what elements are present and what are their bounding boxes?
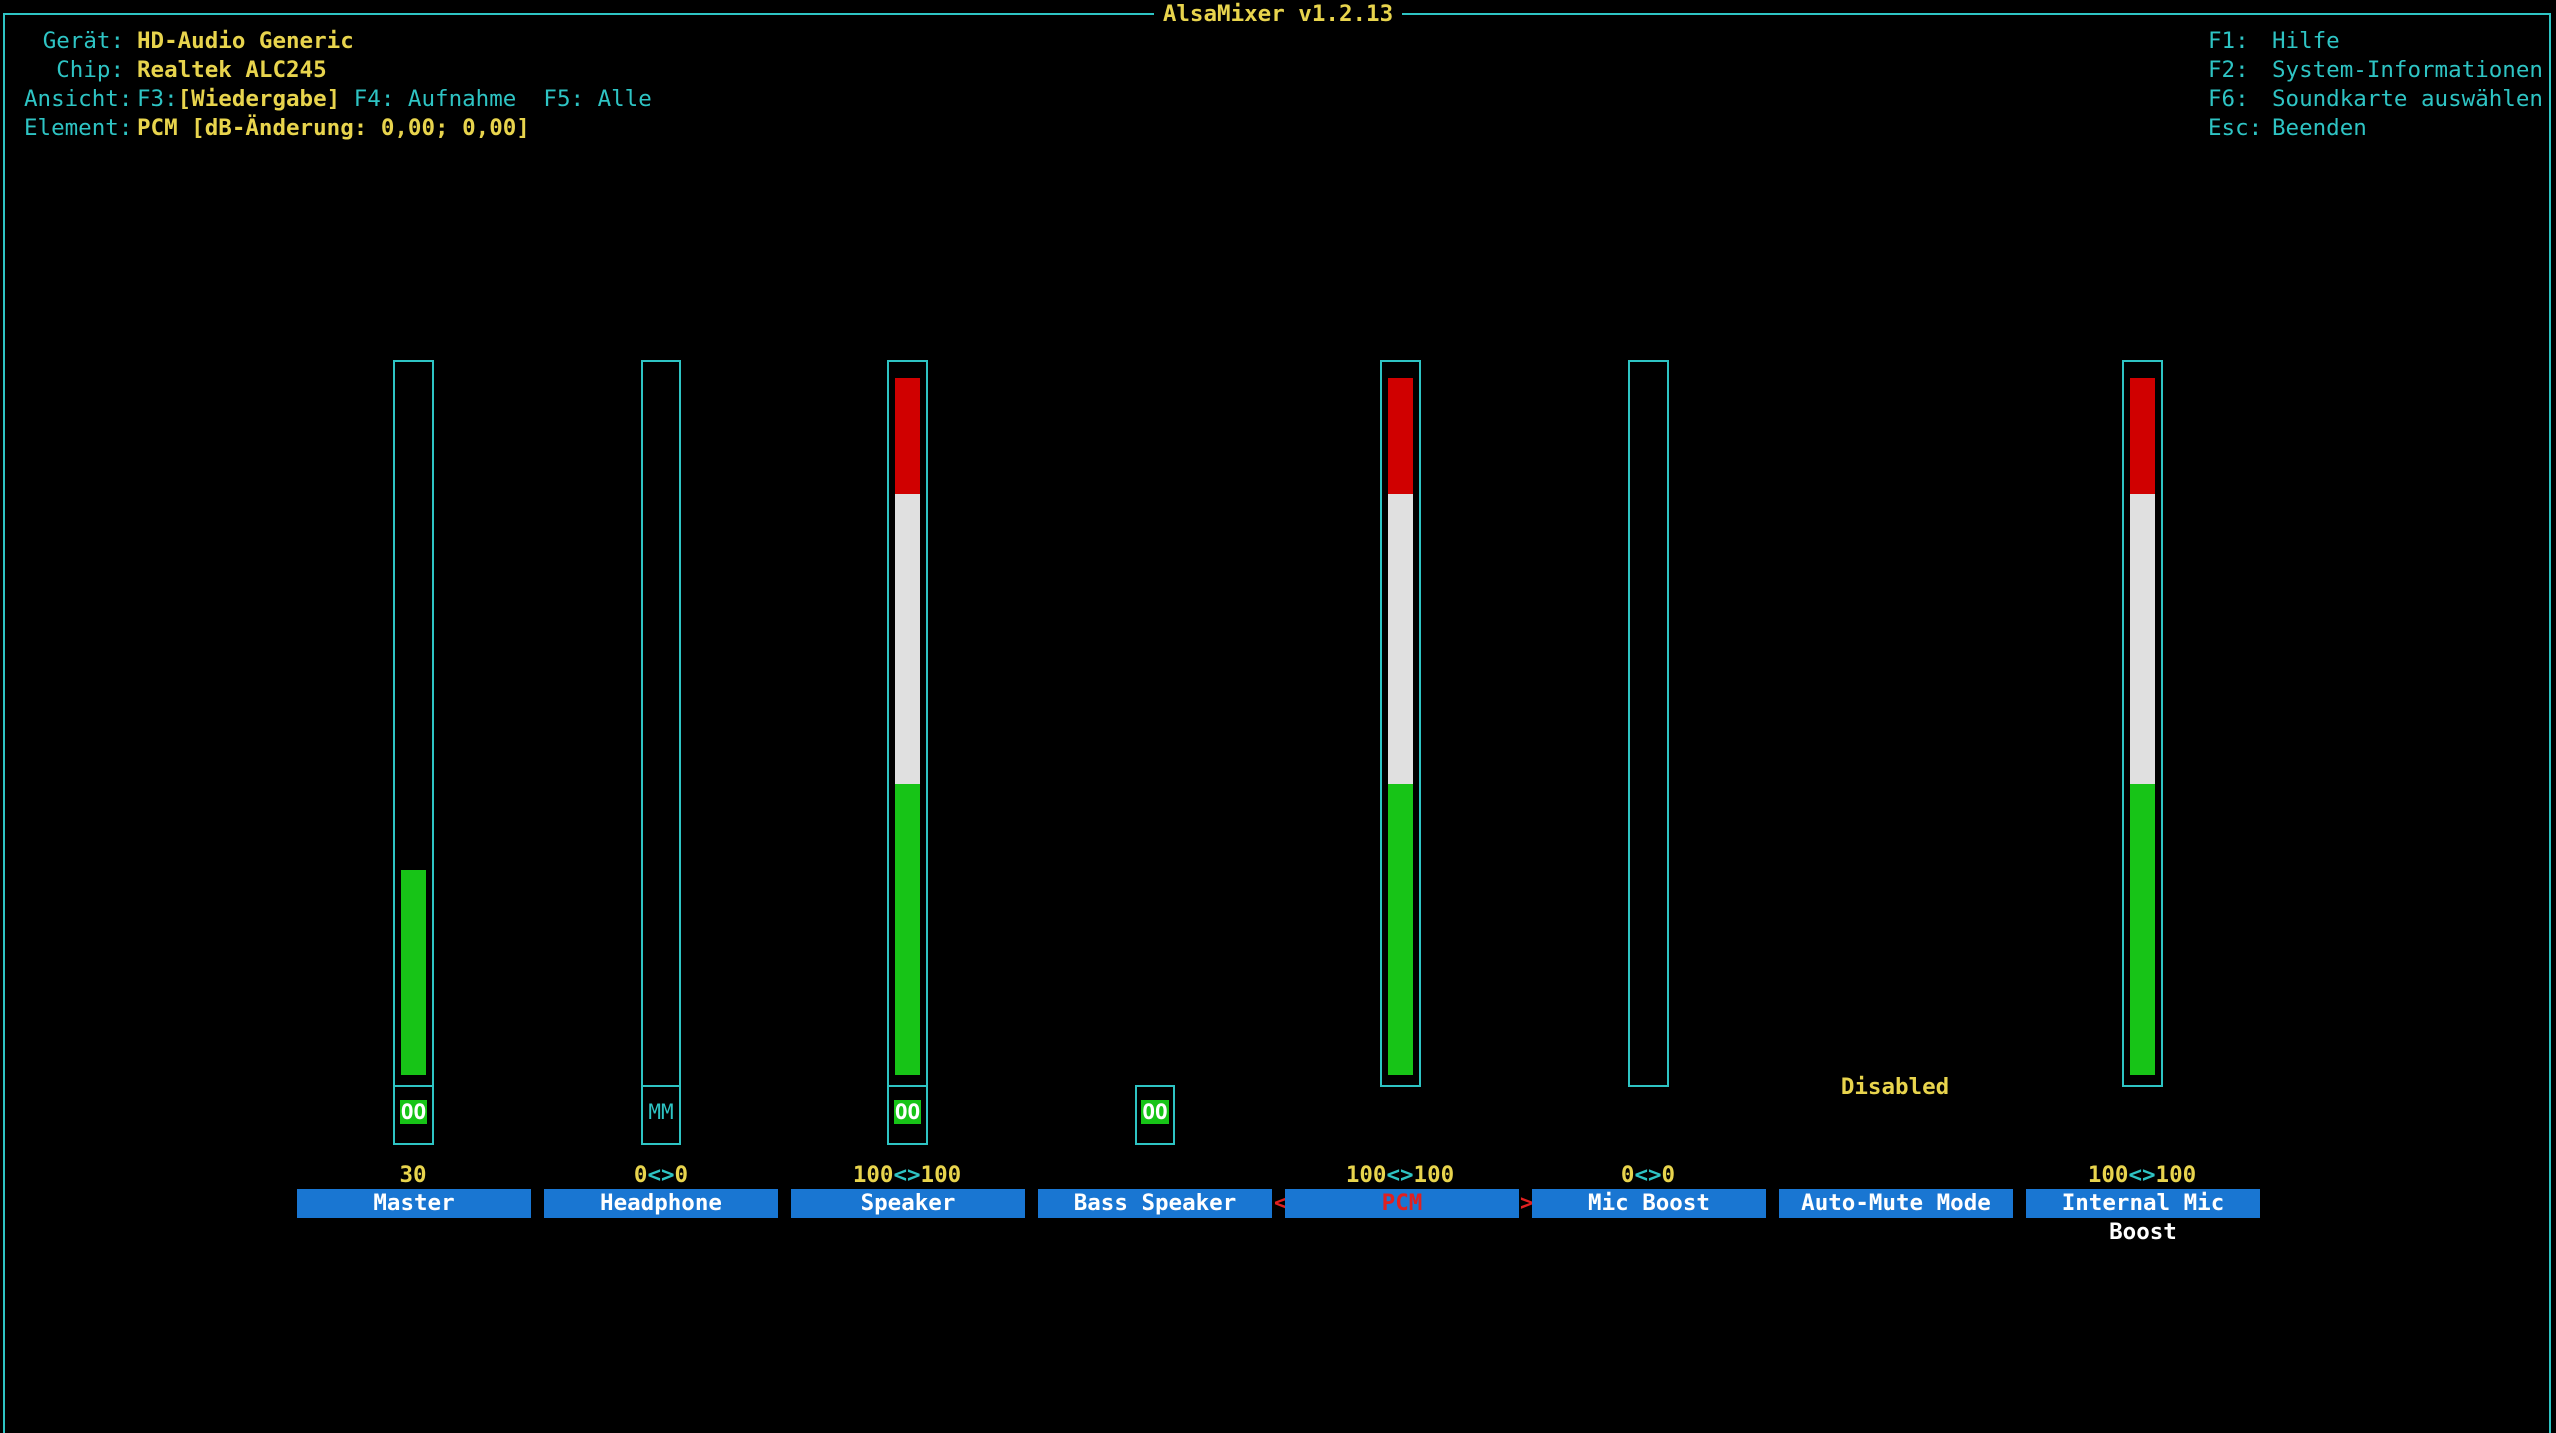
speaker-name[interactable]: Speaker	[791, 1189, 1025, 1218]
view-f3-key[interactable]: F3:	[137, 86, 178, 112]
pcm-name[interactable]: PCM	[1285, 1189, 1519, 1218]
internal-mic-boost-level-red	[2130, 378, 2155, 494]
internal-mic-boost-value: 100<>100	[2087, 1162, 2197, 1188]
quit-key-line[interactable]: Esc: Beenden	[2208, 114, 2367, 143]
chip-label: Chip:	[56, 57, 124, 83]
headphone-switch-state: MM	[648, 1100, 674, 1124]
bass-speaker-switch-state: OO	[1141, 1100, 1169, 1124]
headphone-mute-switch[interactable]: MM	[641, 1085, 681, 1145]
device-value: HD-Audio Generic	[137, 28, 354, 54]
mic-boost-value: 0<>0	[1620, 1162, 1676, 1188]
view-playback-tab[interactable]: [Wiedergabe]	[178, 86, 341, 112]
pcm-level-white	[1388, 494, 1413, 784]
speaker-switch-state: OO	[893, 1100, 922, 1124]
quit-action[interactable]: Beenden	[2272, 115, 2367, 141]
chip-line: Chip: Realtek ALC245	[24, 56, 327, 85]
mic-boost-name[interactable]: Mic Boost	[1532, 1189, 1766, 1218]
speaker-level-white	[895, 494, 920, 784]
bass-speaker-mute-switch[interactable]: OO	[1135, 1085, 1175, 1145]
auto-mute-mode-value[interactable]: Disabled	[1775, 1073, 2015, 1102]
system-info-key-line[interactable]: F2: System-Informationen	[2208, 56, 2543, 85]
device-label: Gerät:	[42, 28, 124, 54]
master-switch-state: OO	[399, 1100, 428, 1124]
element-label: Element:	[24, 115, 133, 141]
pcm-value: 100<>100	[1345, 1162, 1455, 1188]
master-volume-slider[interactable]	[393, 360, 434, 1087]
pcm-volume-slider[interactable]	[1380, 360, 1421, 1087]
speaker-volume-slider[interactable]	[887, 360, 928, 1087]
speaker-level-red	[895, 378, 920, 494]
internal-mic-boost-level-green	[2130, 784, 2155, 1075]
master-level-fill	[401, 870, 426, 1075]
master-name[interactable]: Master	[297, 1189, 531, 1218]
select-card-action[interactable]: Soundkarte auswählen	[2272, 86, 2543, 112]
internal-mic-boost-level-white	[2130, 494, 2155, 784]
help-key-line[interactable]: F1: Hilfe	[2208, 27, 2340, 56]
headphone-value: 0<>0	[633, 1162, 689, 1188]
element-line: Element: PCM [dB-Änderung: 0,00; 0,00]	[24, 114, 530, 143]
headphone-volume-slider[interactable]	[641, 360, 681, 1087]
pcm-level-red	[1388, 378, 1413, 494]
device-line: Gerät: HD-Audio Generic	[24, 27, 354, 56]
speaker-mute-switch[interactable]: OO	[887, 1085, 928, 1145]
speaker-value: 100<>100	[852, 1162, 962, 1188]
bass-speaker-name[interactable]: Bass Speaker	[1038, 1189, 1272, 1218]
select-card-key-line[interactable]: F6: Soundkarte auswählen	[2208, 85, 2543, 114]
mic-boost-slider[interactable]	[1628, 360, 1669, 1087]
internal-mic-boost-name[interactable]: Internal Mic Boost	[2026, 1189, 2260, 1245]
system-info-action[interactable]: System-Informationen	[2272, 57, 2543, 83]
speaker-level-green	[895, 784, 920, 1075]
pcm-level-green	[1388, 784, 1413, 1075]
internal-mic-boost-slider[interactable]	[2122, 360, 2163, 1087]
auto-mute-mode-name[interactable]: Auto-Mute Mode	[1779, 1189, 2013, 1218]
master-mute-switch[interactable]: OO	[393, 1085, 434, 1145]
app-title: AlsaMixer v1.2.13	[1154, 0, 1402, 29]
headphone-name[interactable]: Headphone	[544, 1189, 778, 1218]
help-action[interactable]: Hilfe	[2272, 28, 2340, 54]
element-value: PCM [dB-Änderung: 0,00; 0,00]	[137, 115, 530, 141]
master-value: 30	[399, 1162, 427, 1188]
view-capture-tab[interactable]: F4: Aufnahme	[354, 86, 517, 112]
view-label: Ansicht:	[24, 86, 133, 112]
view-line: Ansicht: F3:[Wiedergabe] F4: Aufnahme F5:…	[24, 85, 652, 114]
chip-value: Realtek ALC245	[137, 57, 327, 83]
view-all-tab[interactable]: F5: Alle	[543, 86, 651, 112]
